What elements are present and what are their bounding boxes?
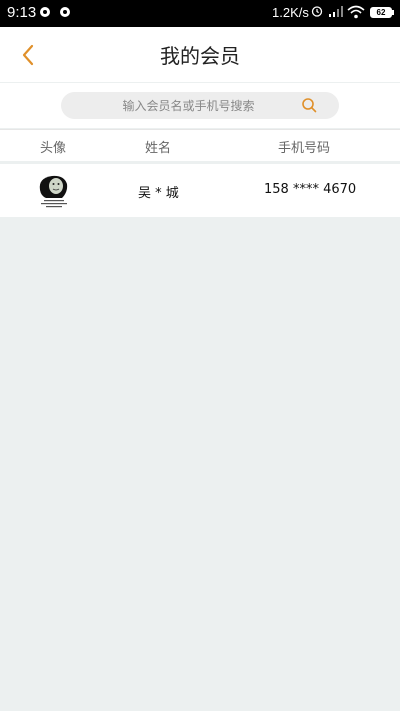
signal-icon — [329, 6, 343, 17]
notification-icon — [40, 7, 50, 17]
status-bar: 9:13 1.2K/s 62 — [0, 0, 400, 27]
app-header: 我的会员 — [0, 27, 400, 82]
status-time: 9:13 — [7, 4, 37, 21]
alarm-icon — [311, 6, 323, 17]
column-header-name: 姓名 — [145, 141, 172, 156]
battery-icon: 62 — [370, 7, 392, 18]
table-header: 头像 姓名 手机号码 — [0, 129, 400, 161]
battery-tip — [392, 10, 394, 15]
member-row[interactable]: 吴 * 城 158 **** 4670 — [0, 164, 400, 217]
search-box — [61, 92, 339, 119]
member-name: 吴 * 城 — [138, 186, 179, 201]
member-phone: 158 **** 4670 — [264, 182, 357, 197]
search-area — [0, 83, 400, 128]
search-input[interactable] — [61, 92, 306, 119]
network-speed: 1.2K/s — [272, 5, 309, 20]
search-icon[interactable] — [301, 97, 317, 113]
avatar — [34, 170, 74, 210]
battery-level: 62 — [376, 8, 386, 17]
wifi-icon — [347, 5, 365, 19]
page-title: 我的会员 — [160, 44, 240, 68]
column-header-phone: 手机号码 — [278, 141, 331, 156]
column-header-avatar: 头像 — [40, 141, 67, 156]
notification-icon — [60, 7, 70, 17]
